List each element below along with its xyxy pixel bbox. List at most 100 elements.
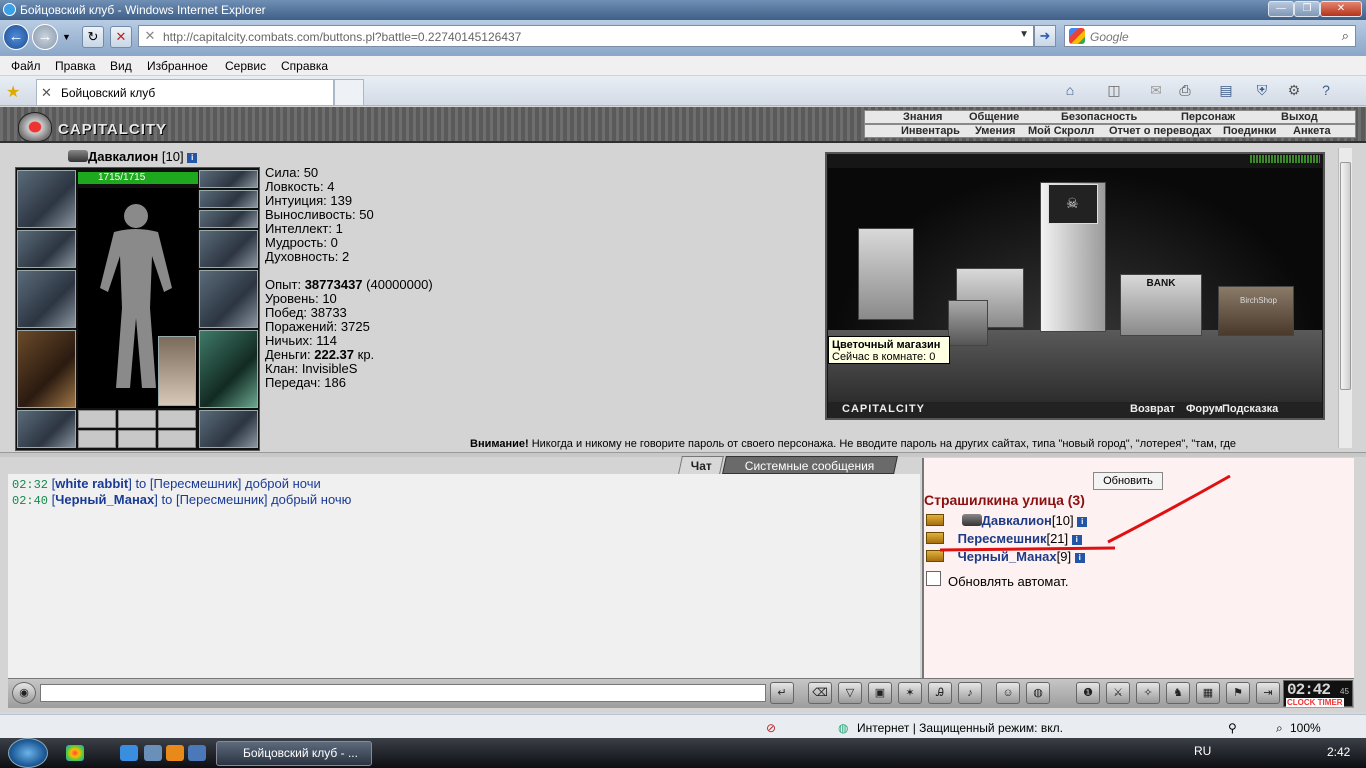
nav-knowledge[interactable]: Знания [903,111,942,124]
pet-owl-slot[interactable] [158,336,196,406]
info-icon[interactable]: i [187,153,198,163]
attack-icon[interactable] [926,532,944,544]
forward-button[interactable]: → [32,24,58,50]
minimize-button[interactable]: — [1268,1,1294,17]
menu-favorites[interactable]: Избранное [147,59,208,73]
desktop-quicklaunch-icon[interactable] [188,745,206,761]
popup-blocker-icon[interactable]: ⊘ [766,721,776,735]
voice-icon[interactable]: ◉ [12,682,36,704]
helmet-slot[interactable] [17,170,76,228]
nav-security[interactable]: Безопасность [1061,111,1137,124]
new-tab-button[interactable] [334,79,364,105]
address-url[interactable]: http://capitalcity.combats.com/buttons.p… [163,30,521,44]
history-dropdown-icon[interactable]: ▼ [62,32,71,42]
small-slot-1[interactable] [78,410,116,428]
armor-slot[interactable] [17,330,76,408]
small-slot-4[interactable] [78,430,116,448]
back-button[interactable]: ← [3,24,29,50]
scrollbar-thumb[interactable] [1340,162,1351,390]
small-slot-6[interactable] [158,430,196,448]
rings-slot[interactable] [199,210,258,228]
player-row[interactable]: Черный_Манах[9] i [926,549,1085,564]
exit-icon[interactable]: ⇥ [1256,682,1280,704]
filter-icon[interactable]: ▽ [838,682,862,704]
menu-edit[interactable]: Правка [55,59,96,73]
refresh-button[interactable]: Обновить [1093,472,1163,490]
earrings-slot[interactable] [199,170,258,188]
flag-tool-icon[interactable]: ⚑ [1226,682,1250,704]
info-tool-icon[interactable]: ❶ [1076,682,1100,704]
weapon-right-slot[interactable] [199,270,258,328]
page-menu-icon[interactable]: ▤ [1216,82,1236,100]
nav-transfers[interactable]: Отчет о переводах [1109,125,1212,138]
address-bar[interactable]: ✕ http://capitalcity.combats.com/buttons… [138,25,1034,47]
zoom-level[interactable]: 100% [1290,721,1321,735]
tab-system-messages[interactable]: Системные сообщения [722,456,898,474]
nav-battles[interactable]: Поединки [1223,125,1276,138]
protected-mode-icon[interactable]: ⚲ [1228,721,1237,735]
favorites-star-icon[interactable]: ★ [6,82,20,102]
magic-tool-icon[interactable]: ✧ [1136,682,1160,704]
menu-view[interactable]: Вид [110,59,132,73]
building-bank[interactable]: BANK [1120,274,1202,336]
info-icon[interactable]: i [1074,553,1085,563]
start-button[interactable] [8,738,48,768]
sound-icon[interactable]: ♪ [958,682,982,704]
nav-character[interactable]: Персонаж [1181,111,1235,124]
chat-input[interactable] [40,684,766,702]
auto-refresh-checkbox[interactable] [926,571,941,586]
chat-sender[interactable]: white rabbit [55,476,128,491]
page-scrollbar[interactable] [1338,148,1352,448]
refresh-icon[interactable]: ↻ [82,26,104,48]
print-icon[interactable]: ⎙ [1175,82,1195,100]
leggings-slot[interactable] [199,330,258,408]
stop-icon[interactable]: ✕ [110,26,132,48]
menu-tools[interactable]: Сервис [225,59,266,73]
map-link-return[interactable]: Возврат [1130,403,1175,415]
feeds-icon[interactable]: ◫ [1104,82,1124,100]
chat-mode-icon[interactable]: ◍ [1026,682,1050,704]
nav-communication[interactable]: Общение [969,111,1019,124]
attack-icon[interactable] [926,514,944,526]
nav-exit[interactable]: Выход [1281,111,1318,124]
safety-icon[interactable]: ⛨ [1252,82,1272,100]
maximize-button[interactable]: ❐ [1294,1,1320,17]
nav-my-scroll[interactable]: Мой Скролл [1028,125,1094,138]
bag-tool-icon[interactable]: ▦ [1196,682,1220,704]
save-log-icon[interactable]: ▣ [868,682,892,704]
battle-tool-icon[interactable]: ⚔ [1106,682,1130,704]
bracers-slot[interactable] [17,230,76,268]
smile-icon[interactable]: ☺ [996,682,1020,704]
translit-icon[interactable]: Ꭿ [928,682,952,704]
media-quicklaunch-icon[interactable] [166,745,184,761]
info-icon[interactable]: i [1077,517,1088,527]
player-row[interactable]: Пересмешник[21] i [926,531,1082,546]
tray-clock[interactable]: 2:42 [1327,745,1350,759]
taskbar-item-ie[interactable]: Бойцовский клуб - ... [216,741,372,766]
small-slot-5[interactable] [118,430,156,448]
mail-icon[interactable]: ✉ [1146,82,1166,100]
address-dropdown-icon[interactable]: ▼ [1019,29,1029,40]
menu-file[interactable]: Файл [11,59,41,73]
tools-gear-icon[interactable]: ⚙ [1284,82,1304,100]
menu-help[interactable]: Справка [281,59,328,73]
nav-profile[interactable]: Анкета [1293,125,1331,138]
nav-inventory[interactable]: Инвентарь [901,125,960,138]
gloves-slot[interactable] [199,230,258,268]
boots-slot[interactable] [199,410,258,448]
fight-icon[interactable]: ✶ [898,682,922,704]
map-link-forum[interactable]: Форум [1186,403,1223,415]
help-icon[interactable]: ? [1316,82,1336,100]
small-slot-3[interactable] [158,410,196,428]
flower-shop[interactable] [948,300,988,346]
search-placeholder[interactable]: Google [1090,30,1129,44]
explorer-quicklaunch-icon[interactable] [144,745,162,761]
security-zone[interactable]: Интернет | Защищенный режим: вкл. [857,721,1063,735]
ie-quicklaunch-icon[interactable] [120,745,138,761]
character-name[interactable]: Давкалион [88,149,158,164]
home-icon[interactable]: ⌂ [1060,82,1080,100]
send-icon[interactable]: ↵ [770,682,794,704]
nav-skills[interactable]: Умения [975,125,1015,138]
building-birchshop[interactable] [1218,286,1294,336]
pet-tool-icon[interactable]: ♞ [1166,682,1190,704]
